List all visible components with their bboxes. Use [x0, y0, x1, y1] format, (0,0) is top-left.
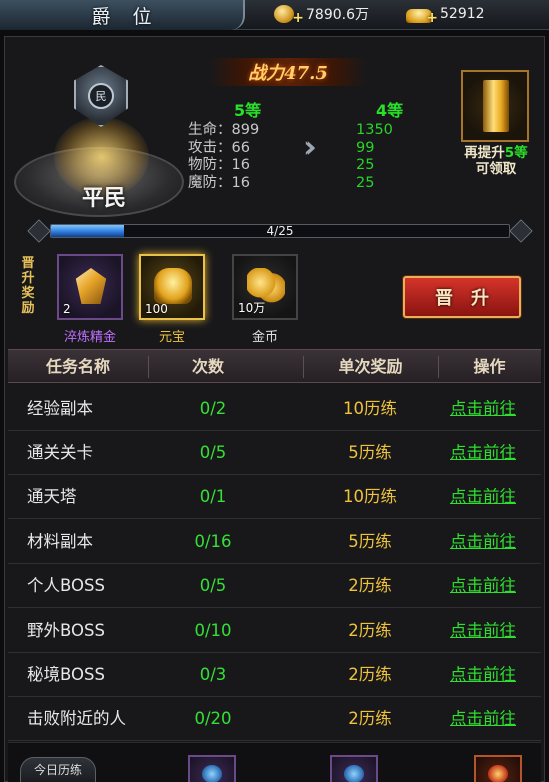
- next-stat-magic-def: 25: [356, 174, 375, 191]
- reward-name-0: 淬炼精金: [63, 330, 116, 345]
- table-row: 击败附近的人 0/20 2历练 点击前往: [8, 697, 541, 741]
- rank-name: 平民: [81, 185, 126, 211]
- col-reward: 单次奖励: [338, 357, 403, 376]
- gold-ingot-icon[interactable]: +: [406, 3, 438, 26]
- gold-ingot-icon: [154, 268, 192, 304]
- ingot-amount: 52912: [440, 6, 485, 22]
- progress-text: 4/25: [266, 224, 294, 238]
- table-row: 经验副本 0/2 10历练 点击前往: [8, 387, 541, 431]
- reward-name-2: 金币: [251, 330, 278, 345]
- chest-icon[interactable]: [188, 755, 236, 782]
- task-table-header: 任务名称 次数 单次奖励 操作: [8, 349, 541, 383]
- goto-link[interactable]: 点击前往: [440, 564, 526, 608]
- next-stat-attack: 99: [356, 139, 375, 156]
- stat-phys-def: 物防：16: [188, 157, 250, 173]
- stat-magic-def: 魔防：16: [188, 174, 250, 191]
- rank-emblem: 民 平民: [14, 62, 184, 222]
- table-row: 个人BOSS 0/5 2历练 点击前往: [8, 564, 541, 608]
- next-stat-phys-def: 25: [356, 157, 375, 173]
- gold-bar-icon: [483, 80, 509, 132]
- table-row: 通关关卡 0/5 5历练 点击前往: [8, 431, 541, 475]
- current-level: 5等: [234, 101, 262, 120]
- reward-name-1: 元宝: [158, 330, 185, 345]
- goto-link[interactable]: 点击前往: [440, 697, 526, 741]
- stat-attack: 攻击：66: [188, 139, 250, 156]
- crystal-icon: [75, 268, 107, 304]
- col-times: 次数: [191, 357, 224, 376]
- rank-badge-icon: 民: [74, 65, 128, 127]
- next-stats: 1350 99 25 25: [356, 122, 393, 192]
- current-stats: 生命：899 攻击：66 物防：16 魔防：16: [188, 122, 259, 192]
- chest-icon[interactable]: [474, 755, 522, 782]
- goto-link[interactable]: 点击前往: [440, 609, 526, 653]
- next-reward-box[interactable]: [461, 70, 529, 142]
- progress-left-cap: [27, 219, 51, 243]
- col-action: 操作: [473, 357, 506, 376]
- table-row: 通天塔 0/1 10历练 点击前往: [8, 475, 541, 519]
- next-reward-caption: 再提升5等 可领取: [464, 145, 528, 177]
- combat-power-text: 战力47.5: [248, 63, 328, 84]
- goto-link[interactable]: 点击前往: [440, 387, 526, 431]
- goto-link[interactable]: 点击前往: [440, 431, 526, 475]
- gold-coin-icon[interactable]: +: [272, 3, 304, 26]
- promote-button[interactable]: 晋升: [403, 276, 521, 318]
- goto-link[interactable]: 点击前往: [440, 653, 526, 697]
- table-row: 野外BOSS 0/10 2历练 点击前往: [8, 609, 541, 653]
- reward-item-ingot[interactable]: 100: [139, 254, 205, 320]
- page-title: 爵位: [91, 5, 174, 28]
- progress-bar: 4/25: [27, 219, 533, 243]
- ingot-currency: + 52912: [406, 0, 485, 28]
- progress-right-cap: [509, 219, 533, 243]
- next-stat-hp: 1350: [356, 122, 393, 138]
- badge-char: 民: [88, 83, 114, 109]
- reward-item-coins[interactable]: 10万: [232, 254, 298, 320]
- stat-hp: 生命：899: [188, 122, 260, 138]
- table-row: 秘境BOSS 0/3 2历练 点击前往: [8, 653, 541, 697]
- promo-rewards-label: 晋升奖励: [21, 256, 35, 316]
- reward-item-refined-gold[interactable]: 2: [57, 254, 123, 320]
- today-exp-tab[interactable]: 今日历练: [20, 757, 96, 782]
- next-level: 4等: [376, 101, 404, 120]
- combat-power: 战力47.5: [210, 58, 366, 86]
- table-row: 材料副本 0/16 5历练 点击前往: [8, 520, 541, 564]
- goto-link[interactable]: 点击前往: [440, 475, 526, 519]
- top-bar: 爵位 + 7890.6万 + 52912: [0, 0, 549, 30]
- title-plate: 爵位: [0, 0, 245, 30]
- bottom-strip: 今日历练: [8, 742, 541, 782]
- col-task-name: 任务名称: [45, 357, 110, 376]
- goto-link[interactable]: 点击前往: [440, 520, 526, 564]
- coin-amount: 7890.6万: [306, 7, 369, 23]
- coin-currency: + 7890.6万: [272, 0, 369, 28]
- chest-icon[interactable]: [330, 755, 378, 782]
